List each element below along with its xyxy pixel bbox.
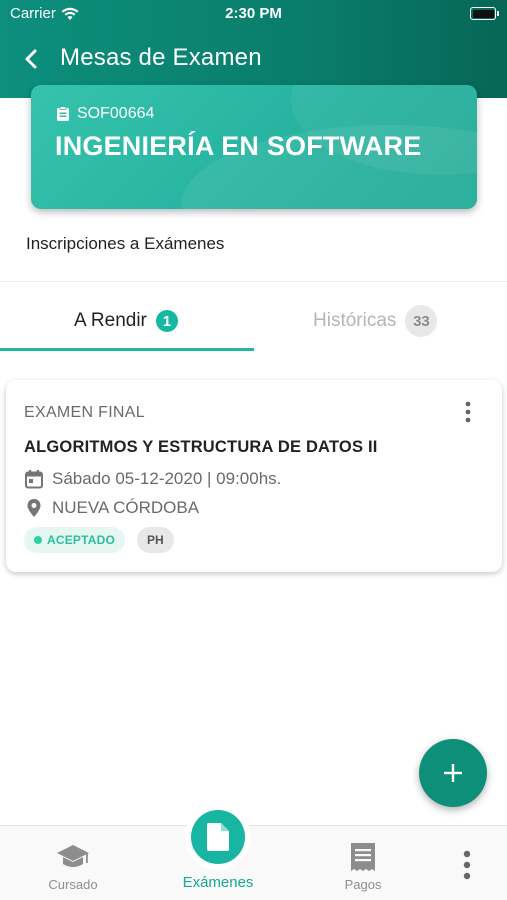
calendar-icon	[25, 470, 43, 489]
clipboard-icon	[57, 106, 69, 121]
active-tab-indicator	[0, 348, 254, 351]
nav-pagos[interactable]: Pagos	[328, 826, 398, 900]
tab-historicas-label: Históricas	[313, 310, 397, 331]
nav-examenes[interactable]: Exámenes	[178, 804, 258, 891]
document-icon	[207, 823, 229, 851]
back-button[interactable]	[16, 44, 46, 74]
exam-options-button[interactable]	[456, 400, 480, 424]
bottom-navigation: Cursado Exámenes Pagos	[0, 804, 507, 900]
nav-cursado[interactable]: Cursado	[38, 826, 108, 900]
career-name: INGENIERÍA EN SOFTWARE	[55, 131, 422, 161]
exam-datetime: Sábado 05-12-2020 | 09:00hs.	[52, 469, 282, 488]
tab-historicas[interactable]: Históricas 33	[313, 303, 438, 339]
status-badge-label: ACEPTADO	[47, 533, 116, 547]
career-code: SOF00664	[77, 105, 155, 122]
exam-location: NUEVA CÓRDOBA	[52, 498, 200, 517]
nav-pagos-label: Pagos	[344, 877, 382, 892]
exam-location-row: NUEVA CÓRDOBA	[24, 498, 199, 518]
clock: 2:30 PM	[225, 5, 282, 22]
exam-tags: ACEPTADO PH	[24, 527, 174, 553]
receipt-icon	[351, 843, 375, 871]
tab-a-rendir-count: 1	[155, 310, 178, 332]
divider	[0, 281, 507, 282]
tab-historicas-count: 33	[405, 305, 438, 337]
battery-icon	[470, 7, 499, 20]
exam-type: EXAMEN FINAL	[24, 404, 145, 421]
tab-a-rendir-label: A Rendir	[74, 310, 147, 331]
more-vert-icon	[465, 401, 471, 423]
section-label: Inscripciones a Exámenes	[26, 234, 225, 253]
status-badge: ACEPTADO	[24, 527, 126, 553]
plus-icon	[444, 764, 462, 782]
status-dot-icon	[34, 536, 42, 544]
add-exam-button[interactable]	[419, 739, 487, 807]
exam-card[interactable]: EXAMEN FINAL ALGORITMOS Y ESTRUCTURA DE …	[6, 380, 502, 572]
nav-cursado-label: Cursado	[48, 877, 98, 892]
app-header: Carrier 2:30 PM Mesas de Examen	[0, 0, 507, 98]
career-card: SOF00664 INGENIERÍA EN SOFTWARE	[31, 85, 477, 209]
page-title: Mesas de Examen	[60, 44, 262, 71]
status-bar: Carrier 2:30 PM	[0, 0, 507, 28]
user-badge: PH	[137, 527, 174, 553]
back-arrow-icon	[25, 49, 37, 69]
graduation-cap-icon	[57, 845, 89, 867]
nav-examenes-label: Exámenes	[182, 874, 254, 891]
nav-more-button[interactable]	[454, 848, 480, 882]
career-code-row: SOF00664	[56, 105, 154, 123]
more-vert-icon	[463, 850, 471, 880]
exam-datetime-row: Sábado 05-12-2020 | 09:00hs.	[24, 469, 281, 489]
location-pin-icon	[27, 499, 41, 517]
tab-a-rendir[interactable]: A Rendir 1	[74, 303, 178, 339]
exam-subject: ALGORITMOS Y ESTRUCTURA DE DATOS II	[24, 438, 378, 456]
